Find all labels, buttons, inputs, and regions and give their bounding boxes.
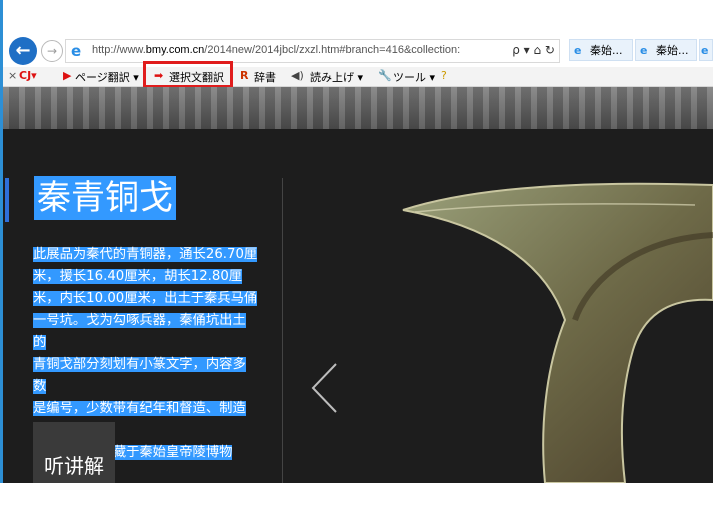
navigation-bar: ← → e http://www.bmy.com.cn/2014new/2014…: [3, 35, 713, 67]
banner-pattern: [3, 87, 713, 129]
cj-menu-button[interactable]: CJ▾: [19, 69, 37, 82]
browser-window: ← → e http://www.bmy.com.cn/2014new/2014…: [0, 0, 713, 483]
tab-1[interactable]: e 秦始...: [569, 39, 633, 61]
tab-2[interactable]: e 秦始...: [635, 39, 697, 61]
read-aloud-button[interactable]: 読み上げ ▾: [310, 69, 363, 85]
artifact-title: 秦青铜戈: [34, 176, 176, 220]
address-bar[interactable]: e http://www.bmy.com.cn/2014new/2014jbcl…: [65, 39, 560, 63]
url-text: http://www.bmy.com.cn/2014new/2014jbcl/z…: [92, 44, 461, 56]
ie-icon: e: [574, 44, 582, 57]
forward-button[interactable]: →: [41, 40, 63, 62]
tools-icon: 🔧: [378, 69, 392, 82]
listen-audio-guide-button[interactable]: 听讲解: [33, 422, 115, 483]
content-divider: [282, 178, 283, 483]
description-line: 米，援长16.40厘米，胡长12.80厘: [33, 269, 243, 284]
tab-3[interactable]: e: [699, 39, 713, 61]
toolbar-close-button[interactable]: ×: [8, 69, 17, 82]
address-tools[interactable]: ρ ▾ ⌂ ↻: [512, 43, 555, 57]
description-line: 一号坑。戈为勾啄兵器，秦俑坑出土的: [33, 313, 246, 350]
page-banner: [3, 87, 713, 129]
page-translate-button[interactable]: ページ翻訳 ▾: [75, 69, 139, 85]
title-accent-bar: [5, 178, 9, 222]
ie-icon: e: [640, 44, 648, 57]
ie-icon: e: [71, 42, 82, 60]
dictionary-icon: R: [240, 69, 249, 82]
annotation-highlight-box: [143, 61, 233, 88]
play-icon: ▶: [63, 69, 72, 82]
previous-arrow-icon[interactable]: [310, 362, 338, 414]
translation-toolbar: × CJ▾ ▶ ページ翻訳 ▾ ➡ 選択文翻訳 R 辞書 ◀) 読み上げ ▾ 🔧…: [3, 67, 713, 87]
description-line: 此展品为秦代的青铜器，通长26.70厘: [33, 247, 258, 262]
bronze-dagger-axe-image: [402, 182, 713, 483]
tools-menu-button[interactable]: ツール ▾: [393, 69, 435, 85]
ie-icon: e: [701, 44, 709, 57]
description-line: 青铜戈部分刻划有小篆文字，内容多数: [33, 357, 246, 394]
speaker-icon: ◀): [291, 69, 304, 82]
help-icon[interactable]: ?: [441, 69, 447, 82]
back-button[interactable]: ←: [9, 37, 37, 65]
description-line: 米，内长10.00厘米，出土于秦兵马俑: [33, 291, 258, 306]
dictionary-button[interactable]: 辞書: [254, 69, 276, 85]
